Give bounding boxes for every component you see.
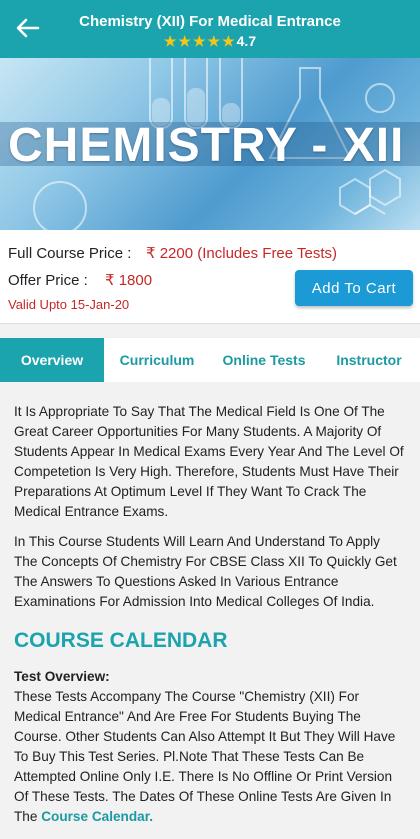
rating: ★★★★★4.7 [0,33,420,50]
price-box: Full Course Price : ₹ 2200 (Includes Free… [0,230,420,324]
course-calendar-link[interactable]: Course Calendar. [41,809,153,824]
app-header: Chemistry (XII) For Medical Entrance ★★★… [0,0,420,58]
valid-until: Valid Upto 15-Jan-20 [8,297,130,312]
test-overview-body: These Tests Accompany The Course "Chemis… [14,689,396,824]
tab-curriculum[interactable]: Curriculum [104,338,210,382]
test-overview-text: These Tests Accompany The Course "Chemis… [14,687,406,827]
overview-content: It Is Appropriate To Say That The Medica… [0,382,420,839]
course-calendar-heading: COURSE CALENDAR [14,629,228,652]
full-price-row: Full Course Price : ₹ 2200 (Includes Free… [8,244,337,262]
tab-bar: Overview Curriculum Online Tests Instruc… [0,338,420,382]
add-to-cart-button[interactable]: Add To Cart [295,270,413,306]
star-rating-icon: ★★★★★ [163,33,237,49]
tab-online-tests[interactable]: Online Tests [210,338,318,382]
offer-price-row: Offer Price : ₹ 1800 [8,271,152,289]
banner-title: CHEMISTRY - XII [8,119,405,172]
full-price-label: Full Course Price : [8,245,132,262]
tab-overview[interactable]: Overview [0,338,104,382]
course-banner: CHEMISTRY - XII [0,58,420,230]
course-title: Chemistry (XII) For Medical Entrance [79,13,341,30]
test-overview-label: Test Overview: [14,669,110,684]
overview-paragraph-2: In This Course Students Will Learn And U… [14,534,397,609]
offer-price-value: ₹ 1800 [105,272,153,289]
offer-price-label: Offer Price : [8,272,88,289]
tab-instructor[interactable]: Instructor [318,338,420,382]
full-price-value: ₹ 2200 (Includes Free Tests) [146,245,338,262]
rating-value: 4.7 [236,33,257,49]
overview-paragraph-1: It Is Appropriate To Say That The Medica… [14,404,404,519]
